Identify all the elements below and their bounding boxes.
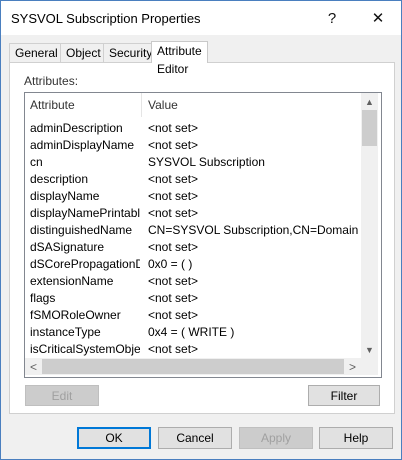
- attribute-name: flags: [30, 291, 56, 305]
- attribute-value: <not set>: [148, 291, 199, 305]
- attribute-name: dSCorePropagationD...: [30, 257, 140, 271]
- attribute-row[interactable]: distinguishedName CN=SYSVOL Subscription,…: [25, 222, 361, 239]
- attribute-value: 0x0 = ( ): [148, 257, 193, 271]
- attribute-value: <not set>: [148, 240, 199, 254]
- tab-general[interactable]: General: [9, 43, 64, 62]
- attribute-value: 0x4 = ( WRITE ): [148, 325, 235, 339]
- scroll-right-arrow-icon[interactable]: >: [344, 358, 361, 375]
- attribute-name: displayName: [30, 189, 100, 203]
- cancel-button[interactable]: Cancel: [158, 427, 232, 449]
- attribute-name: extensionName: [30, 274, 114, 288]
- help-button[interactable]: Help: [319, 427, 393, 449]
- attributes-label: Attributes:: [24, 74, 79, 88]
- edit-button[interactable]: Edit: [25, 385, 99, 406]
- attribute-name: description: [30, 172, 89, 186]
- attribute-row[interactable]: extensionName <not set>: [25, 273, 361, 290]
- scrollbar-corner: [361, 358, 378, 375]
- attribute-row[interactable]: displayNamePrintable <not set>: [25, 205, 361, 222]
- tab-object[interactable]: Object: [60, 43, 107, 62]
- properties-dialog: SYSVOL Subscription Properties ? ✕ Gener…: [0, 0, 402, 460]
- attribute-value: <not set>: [148, 342, 199, 356]
- attribute-name: isCriticalSystemObject: [30, 342, 140, 356]
- attribute-row[interactable]: description <not set>: [25, 171, 361, 188]
- list-header: Attribute Value: [25, 93, 361, 117]
- question-mark-icon: ?: [327, 9, 337, 27]
- close-icon: ✕: [371, 10, 385, 27]
- attribute-name: fSMORoleOwner: [30, 308, 121, 322]
- window-title: SYSVOL Subscription Properties: [11, 11, 201, 26]
- column-header-value[interactable]: Value: [148, 98, 178, 112]
- attributes-list[interactable]: Attribute Value adminDescription <not set…: [24, 92, 382, 378]
- title-bar: SYSVOL Subscription Properties ? ✕: [1, 1, 401, 35]
- filter-button[interactable]: Filter: [308, 385, 380, 406]
- attribute-value: CN=SYSVOL Subscription,CN=Domain System: [148, 223, 361, 237]
- attribute-name: distinguishedName: [30, 223, 133, 237]
- vertical-scrollbar[interactable]: ▲ ▼: [361, 93, 378, 358]
- ok-button[interactable]: OK: [77, 427, 151, 449]
- attribute-name: adminDisplayName: [30, 138, 135, 152]
- attribute-name: cn: [30, 155, 43, 169]
- help-titlebar-button[interactable]: ?: [309, 1, 355, 35]
- attribute-row[interactable]: adminDisplayName <not set>: [25, 137, 361, 154]
- close-button[interactable]: ✕: [355, 1, 401, 35]
- attribute-name: adminDescription: [30, 121, 123, 135]
- attribute-row[interactable]: fSMORoleOwner <not set>: [25, 307, 361, 324]
- attribute-value: SYSVOL Subscription: [148, 155, 265, 169]
- scroll-left-arrow-icon[interactable]: <: [25, 358, 42, 375]
- attribute-row[interactable]: cn SYSVOL Subscription: [25, 154, 361, 171]
- vertical-scroll-thumb[interactable]: [362, 110, 377, 146]
- tab-attribute-editor[interactable]: Attribute Editor: [151, 41, 208, 76]
- attribute-row[interactable]: instanceType 0x4 = ( WRITE ): [25, 324, 361, 341]
- apply-button[interactable]: Apply: [239, 427, 313, 449]
- attribute-value: <not set>: [148, 172, 199, 186]
- attribute-row[interactable]: flags <not set>: [25, 290, 361, 307]
- attribute-name: dSASignature: [30, 240, 105, 254]
- column-header-attribute[interactable]: Attribute: [30, 98, 75, 112]
- attribute-value: <not set>: [148, 138, 199, 152]
- attribute-row[interactable]: dSCorePropagationD... 0x0 = ( ): [25, 256, 361, 273]
- horizontal-scroll-thumb[interactable]: [42, 359, 344, 374]
- horizontal-scrollbar[interactable]: < >: [25, 358, 361, 375]
- attribute-editor-panel: Attributes: Attribute Value adminDescrip…: [9, 62, 395, 414]
- attribute-row[interactable]: displayName <not set>: [25, 188, 361, 205]
- attribute-value: <not set>: [148, 274, 199, 288]
- attribute-row[interactable]: adminDescription <not set>: [25, 120, 361, 137]
- attribute-name: displayNamePrintable: [30, 206, 140, 220]
- attribute-row[interactable]: dSASignature <not set>: [25, 239, 361, 256]
- attribute-value: <not set>: [148, 189, 199, 203]
- attribute-value: <not set>: [148, 206, 199, 220]
- scroll-down-arrow-icon[interactable]: ▼: [361, 341, 378, 358]
- attribute-value: <not set>: [148, 308, 199, 322]
- column-divider[interactable]: [141, 93, 142, 117]
- scroll-up-arrow-icon[interactable]: ▲: [361, 93, 378, 110]
- attribute-name: instanceType: [30, 325, 101, 339]
- attribute-row[interactable]: isCriticalSystemObject <not set>: [25, 341, 361, 358]
- attribute-value: <not set>: [148, 121, 199, 135]
